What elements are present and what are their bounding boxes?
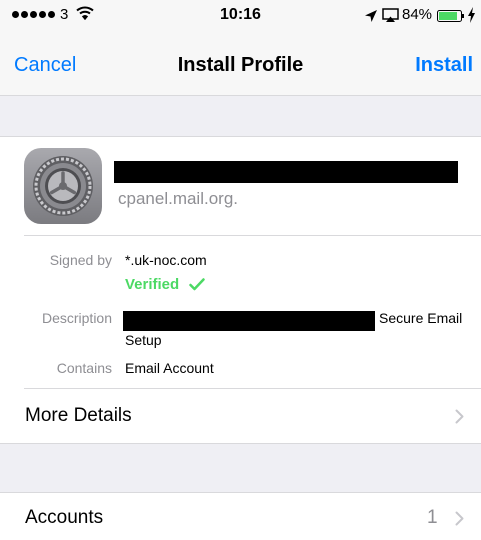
verified-label: Verified	[125, 276, 180, 293]
redacted-description	[123, 311, 375, 331]
page-title: Install Profile	[177, 54, 304, 76]
signed-by-label: Signed by	[49, 252, 112, 268]
profile-header: cpanel.mail.org.	[0, 137, 481, 235]
battery-icon	[437, 10, 464, 22]
redacted-profile-name	[114, 161, 458, 183]
verified-status: Verified	[125, 276, 206, 293]
signed-by-value: *.uk-noc.com	[125, 252, 207, 268]
install-button[interactable]: Install	[415, 54, 473, 77]
battery-percentage: 84%	[402, 6, 433, 23]
top-bar: 3 10:16 84% Cancel Install Profile Insta…	[0, 0, 481, 96]
accounts-count: 1	[427, 507, 438, 528]
accounts-label: Accounts	[25, 507, 104, 528]
checkmark-icon	[189, 278, 206, 291]
status-bar: 3 10:16 84%	[0, 0, 481, 32]
contains-value: Email Account	[125, 360, 214, 376]
description-value: Secure Email	[379, 310, 463, 326]
airplay-icon	[382, 8, 399, 22]
description-value-line2: Setup	[125, 332, 162, 348]
location-arrow-icon	[365, 10, 377, 22]
more-details-row[interactable]: More Details	[0, 389, 481, 443]
description-label: Description	[41, 310, 112, 326]
profile-host: cpanel.mail.org.	[118, 189, 239, 208]
charging-bolt-icon	[468, 7, 475, 23]
chevron-right-icon	[455, 511, 464, 526]
more-details-label: More Details	[25, 405, 132, 426]
settings-gear-icon	[24, 148, 102, 224]
divider	[24, 235, 481, 236]
chevron-right-icon	[455, 409, 464, 424]
install-profile-screen: 3 10:16 84% Cancel Install Profile Insta…	[0, 0, 481, 540]
profile-card: cpanel.mail.org. Signed by *.uk-noc.com …	[0, 136, 481, 444]
accounts-row[interactable]: Accounts 1	[0, 492, 481, 540]
contains-label: Contains	[56, 360, 112, 376]
navigation-bar: Cancel Install Profile Install	[0, 32, 481, 95]
